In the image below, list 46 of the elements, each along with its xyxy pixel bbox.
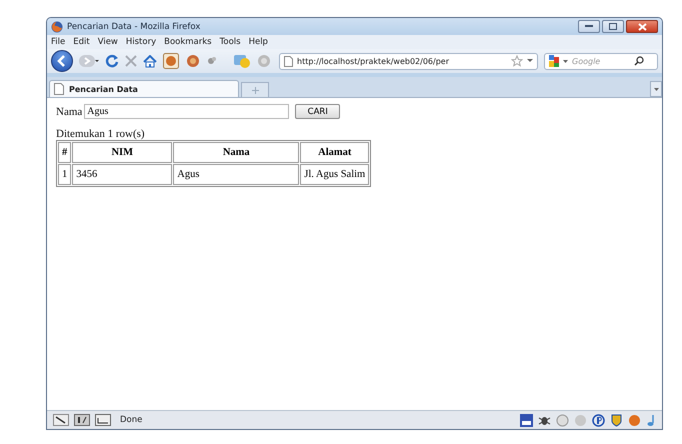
- tab-list-button[interactable]: [650, 81, 662, 97]
- maximize-icon: [609, 23, 617, 30]
- name-field[interactable]: Agus: [84, 104, 290, 119]
- table-cell: Agus: [173, 164, 300, 185]
- menu-item[interactable]: Bookmarks: [164, 37, 212, 47]
- close-button[interactable]: [626, 20, 658, 33]
- search-button[interactable]: CARI: [295, 104, 340, 119]
- firefox-icon: [51, 20, 63, 32]
- table-cell: Jl. Agus Salim: [300, 164, 370, 185]
- page-icon: [284, 56, 293, 66]
- result-count: Ditemukan 1 row(s): [56, 128, 146, 140]
- home-icon[interactable]: [143, 54, 157, 68]
- url-text: http://localhost/praktek/web02/06/per: [297, 56, 450, 66]
- address-bar[interactable]: http://localhost/praktek/web02/06/per: [279, 52, 538, 70]
- music-note-icon[interactable]: [646, 414, 656, 426]
- page-icon: [54, 83, 64, 95]
- column-header: #: [58, 142, 72, 163]
- field-label: Nama: [56, 106, 82, 118]
- table-cell: 1: [58, 164, 72, 185]
- menu-item[interactable]: Tools: [220, 37, 241, 47]
- plus-icon: [252, 86, 258, 94]
- menu-item[interactable]: Edit: [73, 37, 90, 47]
- maximize-button[interactable]: [602, 20, 624, 33]
- dropdown-icon[interactable]: [527, 59, 533, 63]
- menu-item[interactable]: Help: [248, 37, 268, 47]
- search-field[interactable]: Google: [544, 52, 658, 70]
- menu-item[interactable]: View: [98, 37, 118, 47]
- back-button[interactable]: [51, 50, 73, 72]
- status-text: Done: [120, 415, 142, 425]
- star-icon[interactable]: [511, 55, 523, 67]
- search-icon[interactable]: [634, 56, 644, 66]
- column-header: NIM: [72, 142, 172, 163]
- close-icon: [638, 22, 646, 30]
- minimize-button[interactable]: [578, 20, 600, 33]
- window-title: Pencarian Data - Mozilla Firefox: [67, 22, 200, 32]
- menu-item[interactable]: File: [51, 37, 66, 47]
- menu-item[interactable]: History: [126, 37, 156, 47]
- browser-tab[interactable]: Pencarian Data: [49, 80, 239, 97]
- caret-icon: [654, 88, 658, 90]
- column-header: Nama: [173, 142, 300, 163]
- reload-icon[interactable]: [105, 54, 119, 68]
- shield-icon[interactable]: [610, 414, 623, 426]
- search-engine-icon[interactable]: [548, 54, 570, 68]
- minimize-icon: [585, 25, 593, 28]
- column-header: Alamat: [300, 142, 370, 163]
- table-cell: 3456: [72, 164, 172, 185]
